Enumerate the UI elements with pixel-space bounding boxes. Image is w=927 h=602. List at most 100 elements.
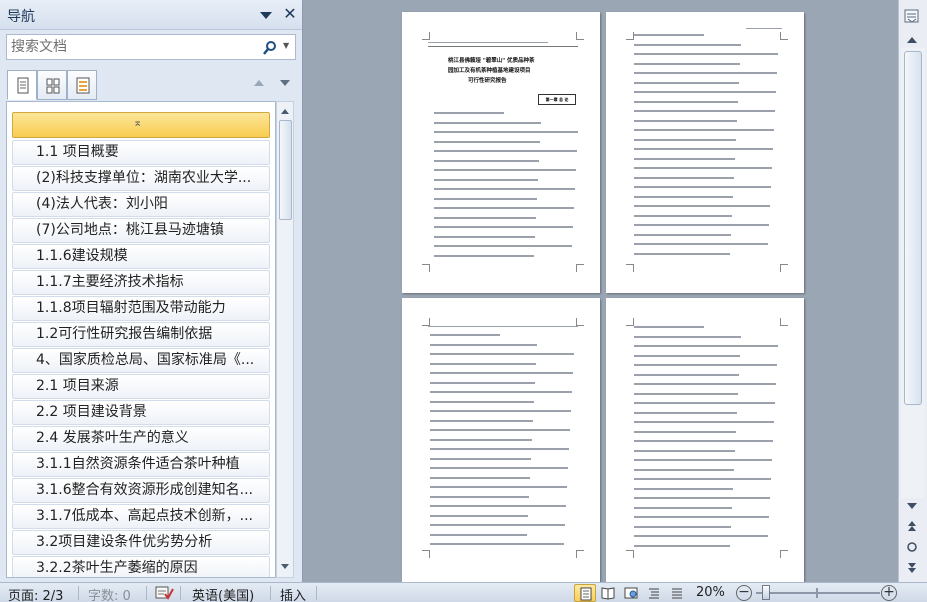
page-text-line	[430, 543, 564, 545]
scrollbar-thumb[interactable]	[279, 120, 292, 220]
page-text-line	[434, 140, 540, 143]
document-page-4[interactable]	[606, 298, 804, 582]
draft-icon	[672, 588, 682, 599]
zoom-slider-center-mark	[816, 588, 818, 598]
zoom-out-button[interactable]: −	[736, 585, 752, 601]
page-text-line	[434, 188, 575, 190]
heading-item[interactable]: 1.1.6建设规模	[12, 244, 270, 269]
document-page-3[interactable]	[402, 298, 600, 582]
scroll-up-icon[interactable]	[280, 107, 290, 115]
page-text-line	[634, 535, 768, 537]
heading-item[interactable]: 3.2.2茶叶生产萎缩的原因	[12, 556, 270, 577]
page-text-line	[434, 245, 572, 247]
heading-item[interactable]: 1.1.7主要经济技术指标	[12, 270, 270, 295]
scrollbar-thumb[interactable]	[904, 51, 922, 405]
page-text-line	[634, 516, 769, 518]
nav-pane-title: 导航	[7, 9, 35, 25]
zoom-slider-thumb[interactable]	[762, 585, 770, 600]
navigation-pane: 导航 ✕ ▼ ⌅ 1.1 项目概要 (2)科技支撑单位：湖南农业大学... (4…	[0, 0, 303, 582]
heading-item[interactable]: 3.1.7低成本、高起点技术创新，...	[12, 504, 270, 529]
heading-item[interactable]: (4)法人代表：刘小阳	[12, 192, 270, 217]
print-layout-icon	[580, 587, 592, 601]
heading-item[interactable]: 2.1 项目来源	[12, 374, 270, 399]
heading-item[interactable]: 1.2可行性研究报告编制依据	[12, 322, 270, 347]
tab-headings[interactable]	[7, 70, 37, 100]
heading-item[interactable]: 2.2 项目建设背景	[12, 400, 270, 425]
scroll-down-icon[interactable]	[280, 563, 290, 571]
heading-item[interactable]: 1.1.8项目辐射范围及带动能力	[12, 296, 270, 321]
view-ruler-icon[interactable]	[904, 8, 920, 24]
page-text-line	[634, 214, 732, 217]
zoom-slider-track[interactable]	[756, 592, 880, 594]
page-text-line	[434, 121, 541, 124]
page-text-line	[430, 505, 566, 507]
headings-icon	[17, 77, 29, 94]
page-text-line	[634, 72, 777, 74]
page-text-line	[430, 486, 567, 488]
zoom-in-button[interactable]: +	[881, 585, 897, 601]
heading-item[interactable]: 3.2项目建设条件优劣势分析	[12, 530, 270, 555]
close-pane-button[interactable]: ✕	[282, 5, 298, 23]
heading-item[interactable]: 3.1.6整合有效资源形成创建知名...	[12, 478, 270, 503]
page-text-line	[634, 497, 770, 499]
page-text-line	[430, 381, 535, 384]
page-text-line	[634, 157, 735, 160]
proofing-icon[interactable]	[154, 585, 174, 601]
search-icon[interactable]	[262, 40, 278, 56]
document-page-1[interactable]: 桃江县佛籁垭 "碧翠山" 优质品种茶 园加工及有机茶种植基地建设项目 可行性研究…	[402, 12, 600, 293]
heading-item[interactable]: 3.1.1自然资源条件适合茶叶种植	[12, 452, 270, 477]
heading-item[interactable]: 1.1 项目概要	[12, 140, 270, 165]
page-text-line	[430, 429, 570, 431]
select-browse-object-icon[interactable]	[906, 541, 918, 553]
page-text-line	[634, 110, 775, 112]
scroll-down-icon[interactable]	[906, 502, 918, 510]
full-screen-reading-view-button[interactable]	[597, 584, 619, 602]
pane-options-icon[interactable]	[259, 9, 273, 21]
next-page-icon[interactable]	[906, 562, 918, 574]
language-indicator[interactable]: 英语(美国)	[192, 585, 254, 602]
reading-view-icon	[601, 587, 615, 600]
zoom-level[interactable]: 20%	[696, 585, 725, 600]
document-page-2[interactable]	[606, 12, 804, 293]
page-text-line	[634, 544, 730, 547]
word-count[interactable]: 字数: 0	[88, 585, 131, 602]
scrollbar-track[interactable]	[901, 48, 925, 498]
web-layout-view-button[interactable]	[620, 584, 642, 602]
document-vertical-scrollbar[interactable]	[898, 0, 927, 582]
tab-pages[interactable]	[37, 70, 67, 100]
insert-mode-indicator[interactable]: 插入	[280, 585, 306, 602]
page-text-line	[634, 506, 732, 509]
heading-item[interactable]: (7)公司地点：桃江县马迹塘镇	[12, 218, 270, 243]
page-text-line	[434, 254, 534, 257]
scroll-up-icon[interactable]	[906, 36, 918, 44]
page-text-line	[430, 448, 569, 450]
page-text-line	[634, 440, 773, 442]
previous-page-icon[interactable]	[906, 520, 918, 532]
page-text-line	[430, 438, 532, 441]
page-text-line	[434, 216, 536, 219]
outline-view-button[interactable]	[643, 584, 665, 602]
page-text-line	[430, 419, 533, 422]
page-text-line	[634, 43, 741, 46]
nav-scrollbar[interactable]	[276, 101, 294, 578]
search-options-dropdown[interactable]: ▼	[283, 41, 289, 50]
page-text-line	[634, 224, 769, 226]
page-text-line	[634, 326, 704, 328]
collapse-all-heading[interactable]: ⌅	[12, 112, 270, 138]
search-input[interactable]	[11, 37, 251, 57]
page-text-line	[434, 235, 535, 238]
print-layout-view-button[interactable]	[574, 584, 596, 602]
heading-item[interactable]: 4、国家质检总局、国家标准局《...	[12, 348, 270, 373]
page-text-line	[634, 34, 704, 36]
page-indicator[interactable]: 页面: 2/3	[8, 585, 63, 602]
page-text-line	[634, 129, 774, 131]
document-workspace[interactable]: 桃江县佛籁垭 "碧翠山" 优质品种茶 园加工及有机茶种植基地建设项目 可行性研究…	[304, 0, 898, 582]
page-text-line	[634, 62, 740, 65]
next-heading-icon[interactable]	[277, 76, 293, 90]
heading-item[interactable]: 2.4 发展茶叶生产的意义	[12, 426, 270, 451]
tab-search-results[interactable]	[67, 70, 97, 100]
previous-heading-icon[interactable]	[251, 76, 267, 90]
page-text-line	[430, 391, 572, 393]
heading-item[interactable]: (2)科技支撑单位：湖南农业大学...	[12, 166, 270, 191]
draft-view-button[interactable]	[666, 584, 688, 602]
